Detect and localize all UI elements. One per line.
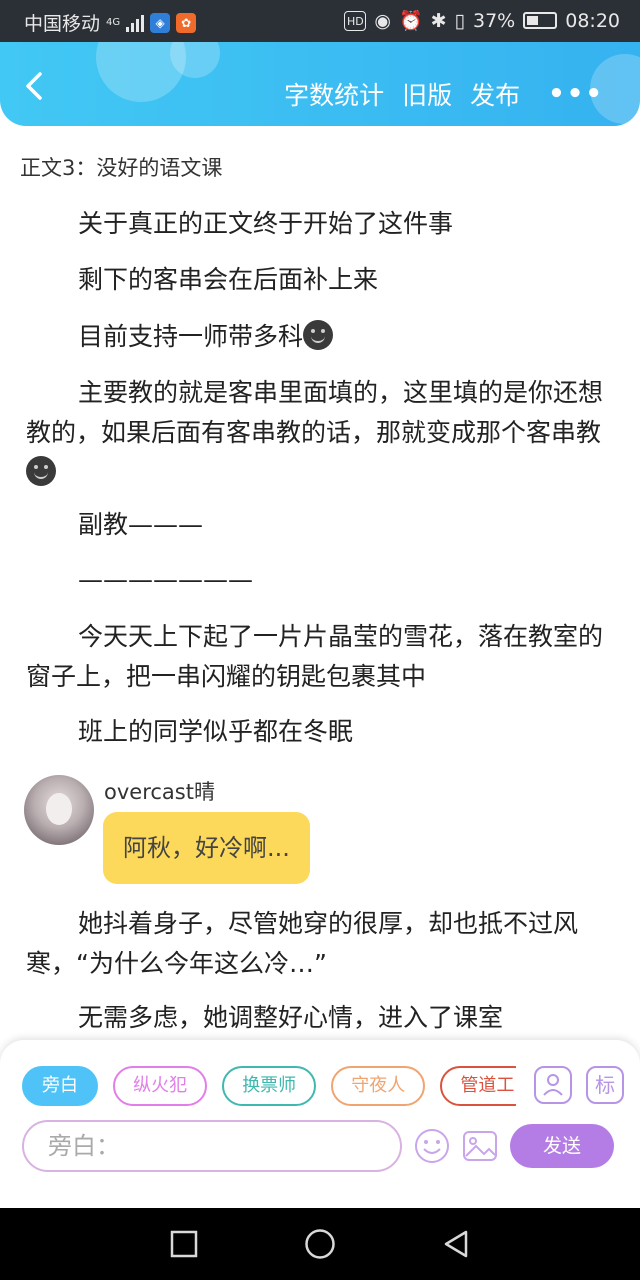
home-icon[interactable] <box>304 1228 336 1260</box>
paragraph: ——————— <box>78 565 253 594</box>
signal-icon <box>126 14 145 32</box>
chat-bubble[interactable]: 阿秋，好冷啊... <box>103 812 310 884</box>
alarm-icon: ⏰ <box>398 10 423 32</box>
back-icon[interactable] <box>18 70 50 102</box>
old-version-button[interactable]: 旧版 <box>402 76 452 112</box>
message-input[interactable]: 旁白： <box>22 1120 402 1172</box>
role-tabs: 旁白 纵火犯 换票师 守夜人 管道工 <box>22 1066 516 1108</box>
paragraph: 她抖着身子，尽管她穿的很厚，却也抵不过风寒，“为什么今年这么冷…” <box>26 909 579 978</box>
mark-button[interactable]: 标 <box>586 1066 624 1104</box>
battery-percent: 37% <box>473 9 516 32</box>
smiley-emoji-icon <box>26 456 56 486</box>
system-nav-bar <box>0 1208 640 1280</box>
paragraph: 班上的同学似乎都在冬眠 <box>78 717 354 746</box>
status-bar: 中国移动 4G ◈ ✿ HD ◉ ⏰ ✱ ▯ 37% 08:20 <box>0 0 640 42</box>
word-count-button[interactable]: 字数统计 <box>284 76 384 112</box>
smiley-emoji-icon <box>303 320 334 350</box>
status-left: 中国移动 4G ◈ ✿ <box>24 9 197 36</box>
emoji-icon[interactable] <box>414 1128 450 1164</box>
role-tab-night-watchman[interactable]: 守夜人 <box>331 1066 426 1106</box>
recent-apps-icon[interactable] <box>170 1230 198 1258</box>
send-button[interactable]: 发送 <box>510 1124 614 1168</box>
paragraph: 目前支持一师带多科 <box>26 317 606 357</box>
eye-icon: ◉ <box>374 9 391 32</box>
chapter-title: 正文3：没好的语文课 <box>20 156 223 180</box>
app-badge-icon: ✿ <box>176 12 197 33</box>
avatar[interactable] <box>24 775 94 845</box>
vibrate-icon: ▯ <box>454 9 465 32</box>
clock: 08:20 <box>565 9 620 32</box>
paragraph: 今天天上下起了一片片晶莹的雪花，落在教室的窗子上，把一串闪耀的钥匙包裹其中 <box>26 622 604 691</box>
character-card-svg <box>543 1074 563 1096</box>
paragraph: 剩下的客串会在后面补上来 <box>78 265 379 294</box>
paragraph: 无需多虑，她调整好心情，进入了课室 <box>78 1003 504 1032</box>
role-tab-plumber[interactable]: 管道工 <box>440 1066 516 1106</box>
role-tab-narrator[interactable]: 旁白 <box>22 1066 98 1106</box>
status-right: HD ◉ ⏰ ✱ ▯ 37% 08:20 <box>344 9 620 32</box>
chat-sender-name: overcast晴 <box>104 780 215 804</box>
back-nav-icon[interactable] <box>442 1230 470 1258</box>
image-icon[interactable] <box>462 1128 498 1164</box>
shield-app-icon: ◈ <box>150 12 171 33</box>
network-label: 4G <box>106 17 121 28</box>
input-panel: 旁白 纵火犯 换票师 守夜人 管道工 标 旁白： 发送 <box>0 1040 640 1208</box>
avatar-face <box>46 793 72 825</box>
paragraph: 主要教的就是客串里面填的，这里填的是你还想教的，如果后面有客串教的话，那就变成那… <box>26 373 606 493</box>
role-tab-ticket-changer[interactable]: 换票师 <box>222 1066 317 1106</box>
bluetooth-icon: ✱ <box>430 9 447 32</box>
paragraph: 副教——— <box>78 510 204 539</box>
hd-icon: HD <box>344 10 367 31</box>
app-header: 字数统计 旧版 发布 ••• <box>0 42 640 126</box>
character-card-icon[interactable] <box>534 1066 572 1104</box>
publish-button[interactable]: 发布 <box>470 76 520 112</box>
carrier-label: 中国移动 <box>24 13 101 35</box>
header-actions: 字数统计 旧版 发布 ••• <box>284 76 604 112</box>
paragraph: 关于真正的正文终于开始了这件事 <box>78 209 454 238</box>
battery-icon <box>523 12 558 29</box>
role-tab-arsonist[interactable]: 纵火犯 <box>113 1066 208 1106</box>
more-menu-icon[interactable]: ••• <box>548 79 604 109</box>
